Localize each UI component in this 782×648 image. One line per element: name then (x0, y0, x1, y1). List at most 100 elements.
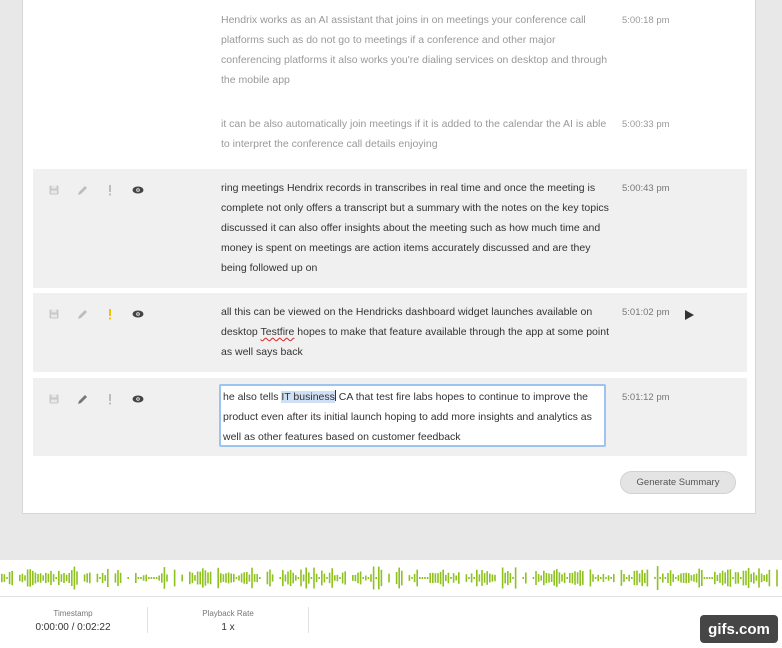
eye-icon[interactable] (131, 392, 145, 406)
waveform-bar (248, 574, 251, 582)
waveform-bar (458, 572, 460, 584)
timestamp-display: Timestamp 0:00:00 / 0:02:22 (0, 609, 146, 633)
waveform-bar (336, 574, 339, 582)
waveform-bar (398, 567, 400, 589)
player-footer: Timestamp 0:00:00 / 0:02:22 Playback Rat… (0, 596, 782, 648)
waveform-bar (571, 572, 574, 584)
pencil-icon[interactable] (75, 307, 89, 321)
flag-icon[interactable] (103, 307, 117, 321)
waveform-bar (662, 573, 664, 583)
waveform-bar (34, 572, 37, 584)
waveform-bar (610, 577, 612, 579)
waveform-bar (607, 575, 610, 581)
save-icon[interactable] (47, 392, 61, 406)
waveform-bar (202, 568, 204, 588)
waveform-bar (672, 573, 674, 583)
waveform-bar (372, 566, 375, 590)
waveform-bar (654, 577, 656, 579)
waveform-bar (708, 577, 711, 579)
transcript-text[interactable]: ring meetings Hendrix records in transcr… (221, 178, 613, 278)
waveform-bar (574, 571, 576, 585)
eye-icon[interactable] (131, 183, 145, 197)
transcript-text[interactable]: he also tells IT business CA that test f… (223, 387, 605, 447)
playback-rate-control[interactable]: Playback Rate 1 x (148, 609, 308, 633)
waveform-bar (556, 569, 558, 587)
transcript-text[interactable]: it can be also automatically join meetin… (221, 114, 613, 154)
waveform-bar (470, 573, 473, 583)
waveform-bar (693, 574, 695, 582)
waveform-bar (58, 570, 60, 586)
waveform-bar (334, 575, 336, 581)
save-icon[interactable] (47, 183, 61, 197)
waveform-bar (605, 577, 607, 579)
waveform-bar (659, 577, 661, 579)
waveform-bar (507, 571, 509, 586)
waveform-bar (719, 573, 721, 583)
waveform-bar (1, 573, 3, 583)
eye-icon[interactable] (131, 307, 145, 321)
waveform-bar (525, 572, 527, 584)
waveform-bar (365, 575, 367, 581)
pencil-icon[interactable] (75, 392, 89, 406)
misspelled-word[interactable]: Testfire (261, 326, 295, 338)
waveform-bar (155, 577, 158, 579)
waveform-bar (220, 573, 222, 583)
waveform-bar (341, 572, 344, 584)
waveform-bar (323, 573, 326, 583)
waveform-bar (230, 573, 232, 583)
waveform-bar (145, 574, 147, 582)
waveform-bar (289, 570, 292, 587)
waveform-bar (566, 577, 568, 579)
waveform-bar (297, 577, 300, 579)
waveform-bar (561, 574, 563, 582)
waveform-bar (117, 570, 119, 586)
waveform-bar (238, 575, 240, 581)
waveform-bar (656, 566, 659, 590)
waveform-bar (315, 573, 318, 583)
playback-rate-value[interactable]: 1 x (148, 622, 308, 633)
waveform-bar (706, 577, 708, 579)
waveform-bar (489, 573, 491, 583)
generate-summary-button[interactable]: Generate Summary (620, 471, 736, 494)
waveform-bar (727, 569, 729, 587)
save-icon[interactable] (47, 307, 61, 321)
waveform-bar (37, 573, 39, 583)
waveform-bar (359, 571, 362, 585)
playback-rate-label: Playback Rate (202, 609, 254, 618)
waveform-bar (747, 568, 750, 588)
flag-icon[interactable] (103, 392, 117, 406)
waveform-bar (703, 577, 706, 579)
waveform-bar (543, 570, 545, 586)
waveform-bar (308, 572, 310, 584)
waveform-bar (514, 567, 517, 589)
pencil-icon[interactable] (75, 183, 89, 197)
waveform-bar (664, 577, 667, 579)
waveform-bar (677, 575, 680, 581)
row-actions (47, 392, 159, 406)
waveform-bar (55, 577, 57, 579)
transcript-text[interactable]: Hendrix works as an AI assistant that jo… (221, 10, 613, 90)
waveform-bar (644, 572, 646, 584)
play-icon[interactable] (685, 307, 694, 325)
waveform-bar (600, 577, 602, 579)
transcript-text[interactable]: all this can be viewed on the Hendricks … (221, 302, 613, 362)
waveform-bar (321, 570, 323, 586)
transcript-timestamp: 5:00:18 pm (622, 15, 670, 26)
waveform-bar (83, 574, 86, 582)
waveform-bar (339, 577, 341, 579)
audio-waveform[interactable] (0, 560, 782, 596)
flag-icon[interactable] (103, 183, 117, 197)
waveform-bar (432, 572, 434, 584)
waveform-bar (3, 574, 6, 582)
selected-text[interactable]: IT business (281, 391, 335, 403)
waveform-bar (628, 574, 630, 582)
waveform-bar (755, 575, 758, 581)
waveform-bar (602, 574, 605, 582)
transcript-timestamp: 5:00:33 pm (622, 119, 670, 130)
waveform-bar (680, 573, 682, 583)
transcript-edit-field[interactable]: he also tells IT business CA that test f… (219, 384, 606, 447)
waveform-bar (535, 571, 537, 585)
transcript-timestamp: 5:01:12 pm (622, 392, 670, 403)
waveform-bar (633, 570, 636, 586)
waveform-bar (362, 577, 364, 579)
